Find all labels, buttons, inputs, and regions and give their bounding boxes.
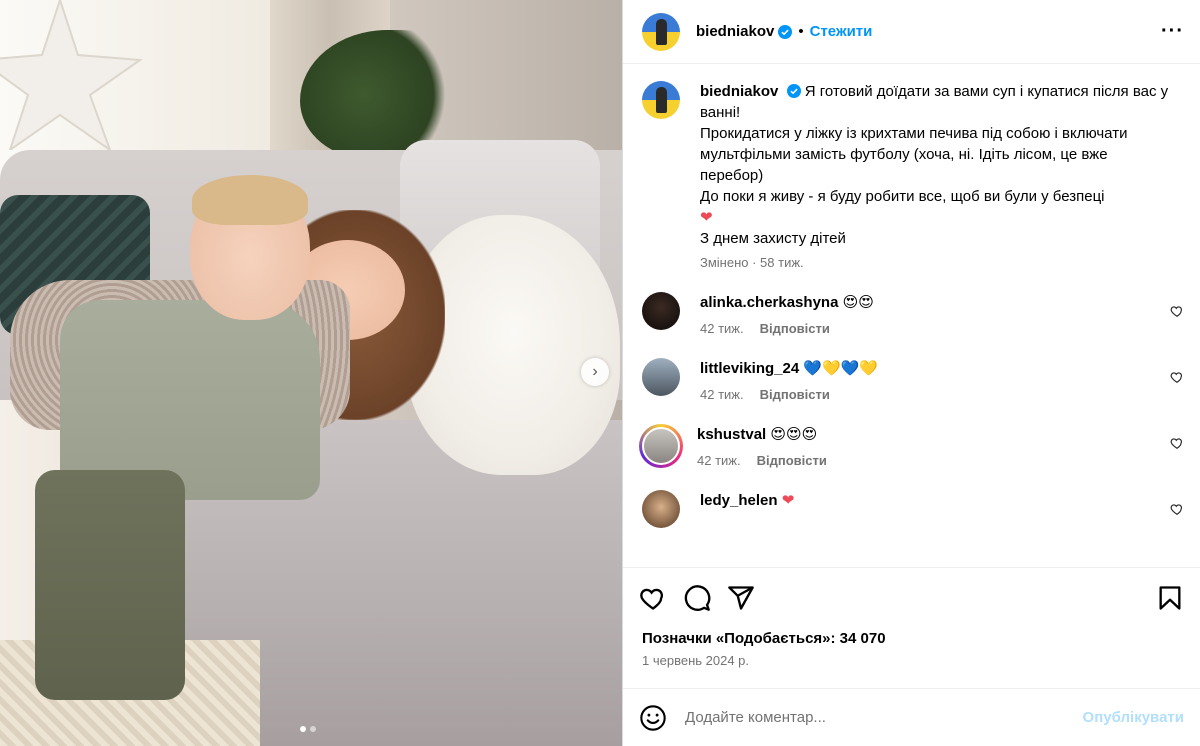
like-heart-icon[interactable] [639,584,667,612]
comment-time[interactable]: 42 тиж. [700,387,744,402]
comment-text: 😍😍 [842,294,874,311]
comment-body: alinka.cherkashyna 😍😍 [700,292,1160,313]
reply-button[interactable]: Відповісти [760,387,830,402]
like-comment-icon[interactable] [1170,370,1184,384]
post-actions: Позначки «Подобається»: 34 070 1 червень… [623,567,1200,668]
post-header: biedniakov • Стежити ··· [623,0,1200,64]
author-avatar[interactable] [642,12,680,51]
carousel-dot-active [300,726,306,732]
more-options-icon[interactable]: ··· [1161,20,1184,43]
follow-button[interactable]: Стежити [810,23,873,40]
comment-text: ❤ [781,492,795,509]
caption-line-2: Прокидатися у ліжку із крихтами печива п… [700,125,1128,184]
caption-edited-time: Змінено · 58 тиж. [700,255,804,270]
post-image[interactable]: › [0,0,622,746]
reply-button[interactable]: Відповісти [757,453,827,468]
comment-bubble-icon[interactable] [683,584,711,612]
comment-username[interactable]: alinka.cherkashyna [700,294,838,311]
reply-button[interactable]: Відповісти [760,321,830,336]
caption-username[interactable]: biedniakov [700,83,778,100]
comment-item: alinka.cherkashyna 😍😍 42 тиж. Відповісти [642,292,1184,336]
action-icons [639,584,1184,612]
post-modal: › biedniakov • Стежити ··· biedniakov Я … [0,0,1200,746]
caption-line-5: З днем захисту дітей [700,230,846,247]
comment-time[interactable]: 42 тиж. [697,453,741,468]
comment-body: ledy_helen ❤ [700,490,1160,511]
comment-body: kshustval 😍😍😍 [697,424,1157,445]
publish-button[interactable]: Опублікувати [1083,709,1184,726]
chevron-right-icon: › [592,363,598,380]
carousel-next-button[interactable]: › [581,358,609,386]
commenter-avatar[interactable] [642,358,680,396]
add-comment-bar: Опублікувати [623,688,1200,746]
comment-text: 💙💛💙💛 [803,360,879,377]
caption-line-3: До поки я живу - я буду робити все, щоб … [700,188,1105,205]
post-caption: biedniakov Я готовий доїдати за вами суп… [642,81,1184,270]
comment-item: ledy_helen ❤ [642,490,1184,528]
carousel-dot [310,726,316,732]
caption-author-avatar[interactable] [642,81,680,119]
like-comment-icon[interactable] [1170,436,1184,450]
comment-username[interactable]: littleviking_24 [700,360,799,377]
comment-username[interactable]: ledy_helen [700,492,778,509]
header-separator: • [798,23,804,40]
image-boy-pants [35,470,185,700]
emoji-smiley-icon[interactable] [639,704,667,732]
commenter-avatar [642,427,680,465]
caption-text: biedniakov Я готовий доїдати за вами суп… [700,81,1170,249]
like-comment-icon[interactable] [1170,304,1184,318]
comment-item: littleviking_24 💙💛💙💛 42 тиж. Відповісти [642,358,1184,402]
post-date[interactable]: 1 червень 2024 р. [639,653,1184,668]
comments-scroll-area[interactable]: biedniakov Я готовий доїдати за вами суп… [623,65,1200,565]
share-paper-plane-icon[interactable] [727,584,755,612]
comment-username[interactable]: kshustval [697,426,766,443]
likes-count[interactable]: Позначки «Подобається»: 34 070 [639,630,1184,647]
caption-heart-emoji: ❤ [700,209,713,226]
comment-body: littleviking_24 💙💛💙💛 [700,358,1160,379]
comment-meta: 42 тиж. Відповісти [700,387,1160,402]
comment-meta: 42 тиж. Відповісти [700,321,1160,336]
comment-text: 😍😍😍 [770,426,818,443]
image-star-decoration [0,0,143,150]
comment-input[interactable] [685,709,1083,726]
comment-meta: 42 тиж. Відповісти [697,453,1157,468]
carousel-indicator [300,726,316,732]
like-comment-icon[interactable] [1170,502,1184,516]
post-side-panel: biedniakov • Стежити ··· biedniakov Я го… [622,0,1200,746]
commenter-avatar[interactable] [642,292,680,330]
comment-time[interactable]: 42 тиж. [700,321,744,336]
commenter-avatar[interactable] [642,490,680,528]
commenter-story-ring[interactable] [639,424,683,468]
image-boy-hair [192,175,308,225]
bookmark-icon[interactable] [1156,584,1184,612]
verified-badge-icon [778,24,793,39]
comment-item: kshustval 😍😍😍 42 тиж. Відповісти [639,424,1184,468]
verified-badge-icon [786,84,801,98]
author-username[interactable]: biedniakov [696,23,774,40]
